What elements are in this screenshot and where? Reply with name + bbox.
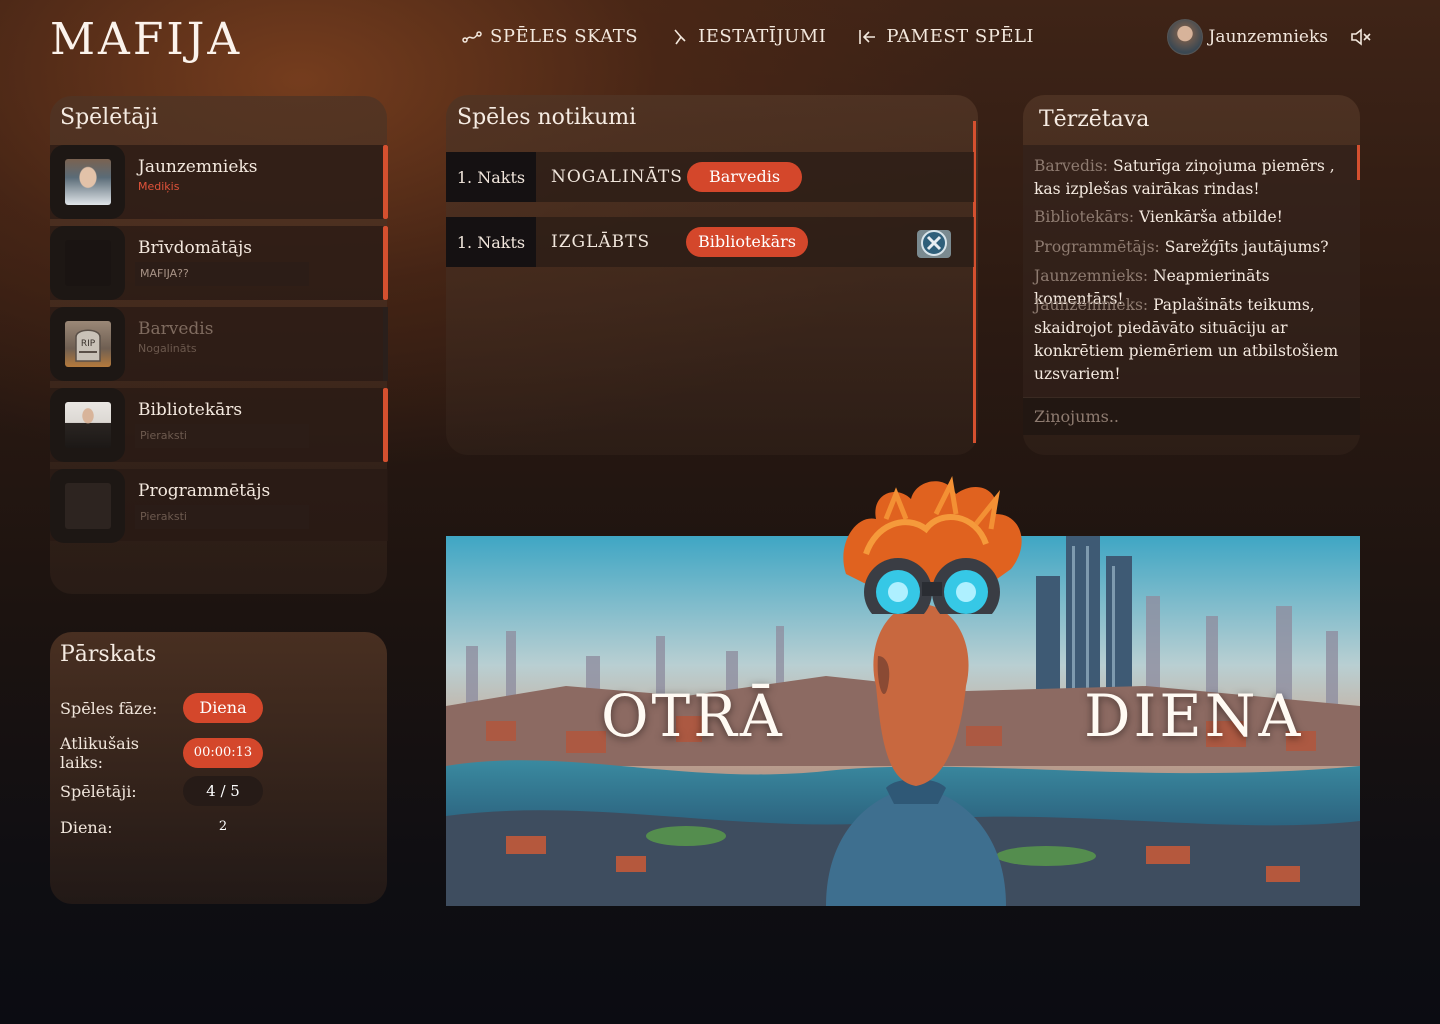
rip-tombstone-icon: RIP bbox=[64, 321, 111, 367]
player-name: Bibliotekārs bbox=[138, 400, 243, 420]
time-label: Atlikušais laiks: bbox=[60, 734, 140, 772]
nav-game-view-label: SPĒLES SKATS bbox=[490, 26, 639, 47]
chat-message: Programmētājs: Sarežģīts jautājums? bbox=[1034, 236, 1349, 259]
event-time-tag: 1. Nakts bbox=[446, 152, 536, 202]
user-name: Jaunzemnieks bbox=[1208, 27, 1328, 47]
overview-panel: Pārskats Spēles fāze: Diena Atlikušais l… bbox=[50, 632, 387, 904]
message-author: Jaunzemnieks: bbox=[1034, 296, 1149, 314]
message-author: Jaunzemnieks: bbox=[1034, 267, 1149, 285]
character-head-illustration bbox=[843, 476, 1022, 614]
event-player-badge: Barvedis bbox=[687, 162, 803, 192]
event-type: NOGALINĀTS bbox=[551, 167, 683, 187]
message-text: Sarežģīts jautājums? bbox=[1164, 238, 1329, 256]
players-count-badge: 4 / 5 bbox=[183, 776, 263, 806]
message-author: Programmētājs: bbox=[1034, 238, 1160, 256]
player-name: Barvedis bbox=[138, 319, 214, 339]
settings-icon bbox=[670, 27, 690, 47]
day-row: Diena: 2 bbox=[60, 812, 263, 842]
nav-settings[interactable]: IESTATĪJUMI bbox=[670, 26, 826, 47]
player-card[interactable]: Bibliotekārs Pieraksti bbox=[50, 388, 388, 462]
player-avatar bbox=[64, 402, 111, 448]
banner-word-left: OTRĀ bbox=[601, 682, 785, 750]
event-time-tag: 1. Nakts bbox=[446, 217, 536, 267]
phase-row: Spēles fāze: Diena bbox=[60, 693, 263, 723]
day-badge: 2 bbox=[218, 819, 228, 834]
banner-word-right: DIENA bbox=[1084, 682, 1304, 750]
chat-message-input[interactable]: Ziņojums.. bbox=[1023, 397, 1360, 435]
players-count-label: Spēlētāji: bbox=[60, 781, 137, 801]
chat-message: Barvedis: Saturīga ziņojuma piemērs , ka… bbox=[1034, 155, 1349, 201]
player-avatar-frame bbox=[50, 145, 125, 219]
chat-title: Tērzētava bbox=[1039, 107, 1150, 132]
nav-leave-game[interactable]: PAMEST SPĒLI bbox=[858, 26, 1034, 47]
nav-game-view[interactable]: SPĒLES SKATS bbox=[462, 26, 638, 47]
message-author: Barvedis: bbox=[1034, 157, 1109, 175]
player-card[interactable]: RIP Barvedis Nogalināts bbox=[50, 307, 388, 381]
overview-title: Pārskats bbox=[60, 642, 157, 667]
chat-scrollbar[interactable] bbox=[1357, 145, 1360, 180]
player-avatar-frame bbox=[50, 388, 125, 462]
svg-text:RIP: RIP bbox=[80, 339, 95, 349]
user-avatar bbox=[1166, 19, 1203, 55]
player-avatar-frame bbox=[50, 226, 125, 300]
chat-panel: Tērzētava Barvedis: Saturīga ziņojuma pi… bbox=[1023, 95, 1360, 455]
message-text: Vienkārša atbilde! bbox=[1139, 208, 1283, 226]
player-avatar bbox=[64, 483, 111, 529]
message-author: Bibliotekārs: bbox=[1034, 208, 1135, 226]
players-panel-title: Spēlētāji bbox=[60, 105, 159, 130]
player-avatar bbox=[64, 159, 111, 205]
player-note-field[interactable]: Pieraksti bbox=[135, 424, 309, 448]
players-panel: Spēlētāji Jaunzemnieks Mediķis Brīvdomāt… bbox=[50, 96, 388, 594]
medic-shield-icon bbox=[916, 227, 952, 259]
player-note-field[interactable]: MAFIJA?? bbox=[135, 262, 309, 286]
player-card[interactable]: Brīvdomātājs MAFIJA?? bbox=[50, 226, 388, 300]
day-label: Diena: bbox=[60, 817, 113, 837]
player-role: Mediķis bbox=[138, 180, 180, 193]
event-row: 1. Nakts NOGALINĀTS Barvedis bbox=[446, 152, 974, 202]
player-card[interactable]: Programmētājs Pieraksti bbox=[50, 469, 388, 543]
event-type: IZGLĀBTS bbox=[551, 232, 651, 252]
event-row: 1. Nakts IZGLĀBTS Bibliotekārs bbox=[446, 217, 974, 267]
player-name: Brīvdomātājs bbox=[138, 238, 252, 258]
players-count-row: Spēlētāji: 4 / 5 bbox=[60, 776, 263, 806]
player-avatar bbox=[64, 240, 111, 286]
chat-message: Bibliotekārs: Vienkārša atbilde! bbox=[1034, 206, 1349, 229]
player-status: Nogalināts bbox=[138, 342, 197, 355]
player-name: Jaunzemnieks bbox=[138, 157, 258, 177]
phase-label: Spēles fāze: bbox=[60, 698, 158, 718]
nav-settings-label: IESTATĪJUMI bbox=[698, 26, 827, 47]
user-profile[interactable]: Jaunzemnieks bbox=[1166, 19, 1362, 55]
player-avatar-frame bbox=[50, 469, 125, 543]
timer-badge: 00:00:13 bbox=[183, 738, 263, 768]
events-title: Spēles notikumi bbox=[457, 105, 637, 130]
player-card[interactable]: Jaunzemnieks Mediķis bbox=[50, 145, 388, 219]
event-player-badge: Bibliotekārs bbox=[686, 227, 808, 257]
mute-icon[interactable] bbox=[1350, 27, 1372, 47]
player-note-field[interactable]: Pieraksti bbox=[135, 505, 309, 529]
player-name: Programmētājs bbox=[138, 481, 271, 501]
exit-arrow-icon bbox=[858, 27, 878, 47]
player-avatar-frame: RIP bbox=[50, 307, 125, 381]
route-icon bbox=[462, 27, 482, 47]
top-nav: SPĒLES SKATS IESTATĪJUMI PAMEST SPĒLI bbox=[462, 26, 1034, 47]
app-logo: MAFIJA bbox=[50, 14, 243, 65]
time-row: Atlikušais laiks: 00:00:13 bbox=[60, 734, 263, 772]
chat-message: Jaunzemnieks: Paplašināts teikums, skaid… bbox=[1034, 294, 1349, 386]
phase-badge: Diena bbox=[183, 693, 263, 723]
nav-leave-game-label: PAMEST SPĒLI bbox=[886, 26, 1035, 47]
events-panel: Spēles notikumi 1. Nakts NOGALINĀTS Barv… bbox=[446, 95, 978, 455]
